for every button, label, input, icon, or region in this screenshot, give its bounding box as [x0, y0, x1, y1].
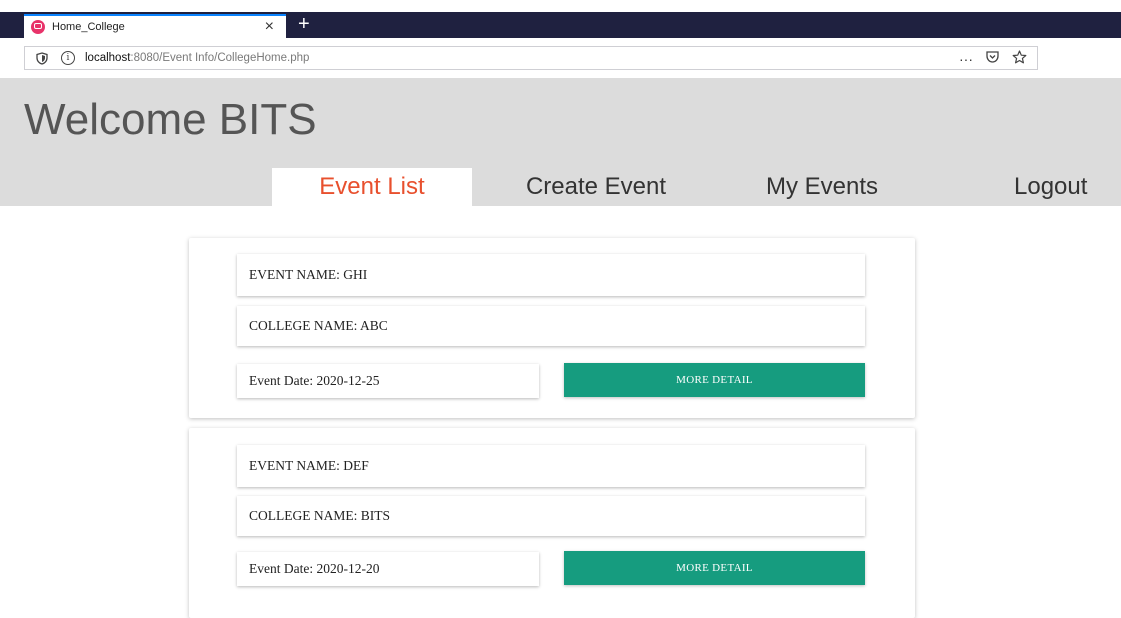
browser-tab[interactable]: Home_College × — [24, 14, 286, 38]
pocket-icon[interactable] — [985, 50, 1000, 67]
event-date-field: Event Date: 2020-12-25 — [237, 364, 539, 398]
url-path: :8080/Event Info/CollegeHome.php — [130, 52, 310, 64]
url-actions: ··· — [959, 50, 1027, 67]
nav-my-events[interactable]: My Events — [722, 168, 922, 206]
page-actions-menu-icon[interactable]: ··· — [959, 51, 973, 67]
main-nav: Event List Create Event My Events Logout — [0, 168, 1121, 206]
nav-logout[interactable]: Logout — [1000, 168, 1121, 206]
nav-event-list[interactable]: Event List — [272, 168, 472, 206]
event-name-field: EVENT NAME: DEF — [237, 445, 865, 487]
url-bar[interactable]: i localhost:8080/Event Info/CollegeHome.… — [24, 46, 1038, 70]
tab-close-icon[interactable]: × — [265, 19, 274, 35]
event-name-field: EVENT NAME: GHI — [237, 254, 865, 296]
bookmark-star-icon[interactable] — [1012, 50, 1027, 67]
more-detail-button[interactable]: MORE DETAIL — [564, 363, 865, 397]
navigation-toolbar: i localhost:8080/Event Info/CollegeHome.… — [0, 38, 1121, 78]
url-host: localhost — [85, 52, 131, 64]
college-name-field: COLLEGE NAME: ABC — [237, 306, 865, 346]
site-info-icon[interactable]: i — [61, 51, 75, 65]
event-date-field: Event Date: 2020-12-20 — [237, 552, 539, 586]
url-text[interactable]: localhost:8080/Event Info/CollegeHome.ph… — [85, 52, 309, 64]
college-name-field: COLLEGE NAME: BITS — [237, 496, 865, 536]
event-card: EVENT NAME: GHI COLLEGE NAME: ABC Event … — [189, 238, 915, 418]
event-card: EVENT NAME: DEF COLLEGE NAME: BITS Event… — [189, 428, 915, 618]
favicon-icon — [31, 20, 45, 34]
browser-tab-strip: Home_College × + — [0, 0, 1121, 38]
page-title: Welcome BITS — [24, 95, 317, 144]
tracking-shield-icon[interactable] — [35, 51, 49, 65]
new-tab-button[interactable]: + — [298, 12, 310, 36]
nav-create-event[interactable]: Create Event — [486, 168, 706, 206]
more-detail-button[interactable]: MORE DETAIL — [564, 551, 865, 585]
tab-title: Home_College — [52, 21, 125, 33]
site-header: Welcome BITS Event List Create Event My … — [0, 78, 1121, 206]
